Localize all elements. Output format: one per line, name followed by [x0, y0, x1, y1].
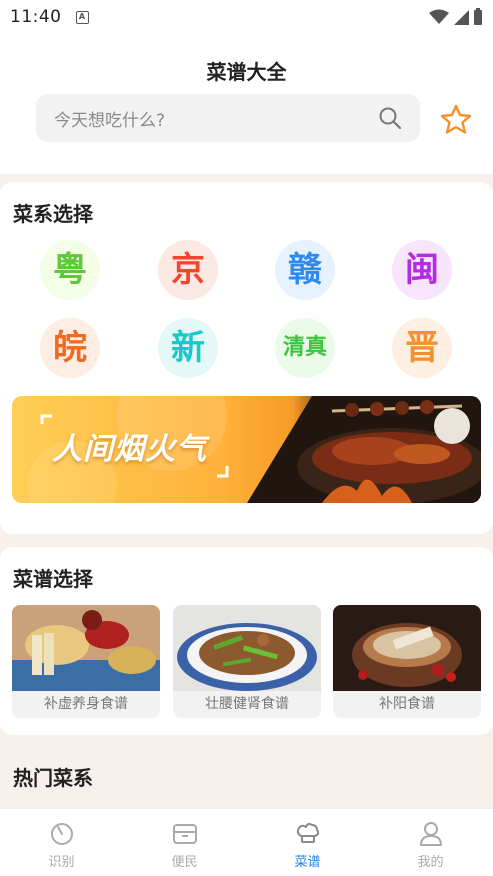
cuisine-section: 菜系选择 粤 京 赣 闽 皖 新 清真 晋 人间烟火气 [0, 182, 493, 534]
box-icon [172, 824, 197, 844]
status-icons [429, 8, 483, 26]
tab-label: 便民 [171, 855, 198, 870]
battery-icon [474, 8, 482, 25]
cuisine-section-title: 菜系选择 [13, 202, 93, 226]
signal-icon [454, 10, 469, 25]
promo-banner[interactable]: 人间烟火气 [12, 396, 481, 503]
header: 菜谱大全 今天想吃什么? [0, 34, 493, 174]
cuisine-yue[interactable]: 粤 [40, 240, 100, 300]
recipe-card-tonic[interactable]: 补虚养身食谱 [12, 605, 160, 718]
tab-label: 我的 [417, 855, 444, 870]
tab-recipes[interactable]: 菜谱 [246, 809, 369, 876]
banner-text: 人间烟火气 [52, 432, 207, 467]
chef-hat-icon [296, 822, 319, 843]
cuisine-jin[interactable]: 晋 [392, 318, 452, 378]
notification-icon: A [75, 10, 89, 24]
tab-label: 识别 [48, 855, 75, 870]
recipe-image [173, 605, 321, 691]
status-time: 11:40 [10, 7, 62, 27]
wifi-icon [429, 9, 449, 24]
recipe-card-yang[interactable]: 补阳食谱 [333, 605, 481, 718]
recipe-section: 菜谱选择 补虚养身食谱 壮腰健肾食谱 补阳食谱 [0, 547, 493, 735]
recipe-label: 壮腰健肾食谱 [205, 696, 289, 712]
tab-service[interactable]: 便民 [123, 809, 246, 876]
recipe-label: 补阳食谱 [379, 696, 435, 712]
recipe-label: 补虚养身食谱 [44, 696, 128, 712]
scan-icon [50, 823, 73, 845]
star-icon[interactable] [440, 104, 472, 134]
search-bar[interactable]: 今天想吃什么? [36, 94, 420, 142]
cuisine-min[interactable]: 闽 [392, 240, 452, 300]
search-input[interactable]: 今天想吃什么? [54, 106, 378, 131]
recipe-image [333, 605, 481, 691]
cuisine-wan[interactable]: 皖 [40, 318, 100, 378]
user-icon [419, 822, 442, 846]
status-bar: 11:40 A [0, 0, 493, 34]
tab-mine[interactable]: 我的 [369, 809, 492, 876]
tab-label: 菜谱 [294, 855, 321, 870]
cuisine-jing[interactable]: 京 [158, 240, 218, 300]
hot-section-title: 热门菜系 [13, 766, 93, 790]
cuisine-gan[interactable]: 赣 [275, 240, 335, 300]
recipe-card-kidney[interactable]: 壮腰健肾食谱 [173, 605, 321, 718]
search-icon[interactable] [378, 106, 402, 130]
page-title: 菜谱大全 [206, 60, 287, 84]
cuisine-qingzhen[interactable]: 清真 [275, 318, 335, 378]
cuisine-xin[interactable]: 新 [158, 318, 218, 378]
recipe-section-title: 菜谱选择 [13, 567, 93, 591]
bottom-tab-bar: 识别 便民 菜谱 我的 [0, 808, 493, 876]
tab-recognize[interactable]: 识别 [0, 809, 123, 876]
recipe-image [12, 605, 160, 691]
